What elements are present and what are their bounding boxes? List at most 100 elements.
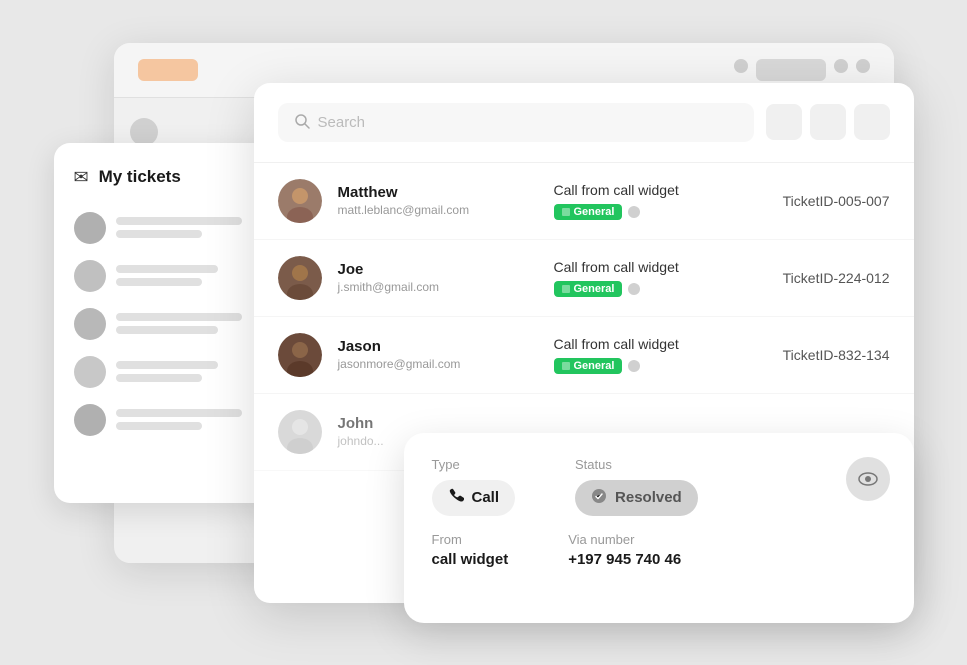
ticket-name-jason: Jason (338, 338, 538, 355)
search-bar[interactable]: Search (278, 103, 754, 142)
sidebar-item-lines-2 (116, 265, 274, 286)
header-pill (756, 59, 826, 81)
check-icon (591, 488, 607, 508)
eye-button[interactable] (846, 457, 890, 501)
tag-dot-joe (628, 283, 640, 295)
ticket-email-jason: jasonmore@gmail.com (338, 357, 538, 371)
call-icon (448, 488, 464, 508)
ticket-tags-joe: General (554, 281, 767, 297)
header-dot-3 (856, 59, 870, 73)
tag-general-matthew: General (554, 204, 623, 220)
sidebar-avatar-5 (74, 404, 106, 436)
ticket-row-joe[interactable]: Joe j.smith@gmail.com Call from call wid… (254, 240, 914, 317)
header-action-btn-3[interactable] (854, 104, 890, 140)
sidebar-line-1b (116, 230, 203, 238)
ticket-row-matthew[interactable]: Matthew matt.leblanc@gmail.com Call from… (254, 163, 914, 240)
ticket-subject-text-joe: Call from call widget (554, 259, 767, 275)
ticket-subject-text-jason: Call from call widget (554, 336, 767, 352)
sidebar-line-3b (116, 326, 219, 334)
detail-status-value: Resolved (615, 489, 682, 506)
sidebar-title: My tickets (99, 167, 181, 187)
header-orange-btn (138, 59, 198, 81)
ticket-info-jason: Jason jasonmore@gmail.com (338, 338, 538, 371)
ticket-tags-jason: General (554, 358, 767, 374)
sidebar-list-item-3 (74, 308, 274, 340)
sidebar-avatar-4 (74, 356, 106, 388)
sidebar-line-5b (116, 422, 203, 430)
sidebar-title-row: ✉ My tickets (74, 167, 274, 188)
sidebar-list-item-2 (74, 260, 274, 292)
sidebar-line-2b (116, 278, 203, 286)
tag-general-jason: General (554, 358, 623, 374)
ticket-name-john: John (338, 415, 538, 432)
sidebar-list-item-4 (74, 356, 274, 388)
header-dot-2 (834, 59, 848, 73)
detail-status-field: Status Resolved (575, 457, 698, 516)
ticket-subject-joe: Call from call widget General (554, 259, 767, 297)
sidebar-line-4b (116, 374, 203, 382)
sidebar-line-3a (116, 313, 242, 321)
avatar-matthew (278, 179, 322, 223)
avatar-jason (278, 333, 322, 377)
sidebar-item-lines-3 (116, 313, 274, 334)
ticket-email-matthew: matt.leblanc@gmail.com (338, 203, 538, 217)
ticket-subject-text-matthew: Call from call widget (554, 182, 767, 198)
detail-card: Type Call Status (404, 433, 914, 623)
ticket-name-joe: Joe (338, 261, 538, 278)
sidebar-line-2a (116, 265, 219, 273)
sidebar-list (74, 212, 274, 436)
tag-general-joe: General (554, 281, 623, 297)
detail-bottom-row: From call widget Via number +197 945 740… (432, 532, 886, 568)
ticket-id-matthew: TicketID-005-007 (783, 193, 890, 209)
ticket-id-jason: TicketID-832-134 (783, 347, 890, 363)
search-icon (294, 113, 310, 132)
ticket-name-matthew: Matthew (338, 184, 538, 201)
detail-type-value: Call (472, 489, 500, 506)
sidebar-list-item-1 (74, 212, 274, 244)
sidebar-item-lines-5 (116, 409, 274, 430)
sidebar-avatar-3 (74, 308, 106, 340)
detail-via-field: Via number +197 945 740 46 (568, 532, 681, 568)
envelope-icon: ✉ (74, 167, 89, 188)
ticket-subject-jason: Call from call widget General (554, 336, 767, 374)
avatar-joe (278, 256, 322, 300)
sidebar-list-item-5 (74, 404, 274, 436)
header-action-btns (766, 104, 890, 140)
sidebar-line-1a (116, 217, 242, 225)
detail-type-field: Type Call (432, 457, 516, 516)
header-dots (734, 59, 870, 81)
ticket-subject-matthew: Call from call widget General (554, 182, 767, 220)
header-dot-1 (734, 59, 748, 73)
bg-sidebar-avatar-1 (130, 118, 158, 146)
tag-dot-jason (628, 360, 640, 372)
detail-from-label: From (432, 532, 509, 547)
ticket-row-jason[interactable]: Jason jasonmore@gmail.com Call from call… (254, 317, 914, 394)
detail-resolved-button[interactable]: Resolved (575, 480, 698, 516)
main-header: Search (254, 83, 914, 163)
ticket-info-matthew: Matthew matt.leblanc@gmail.com (338, 184, 538, 217)
detail-from-field: From call widget (432, 532, 509, 568)
sidebar-avatar-1 (74, 212, 106, 244)
ticket-info-joe: Joe j.smith@gmail.com (338, 261, 538, 294)
sidebar-avatar-2 (74, 260, 106, 292)
detail-status-label: Status (575, 457, 698, 472)
scene: ✉ My tickets (54, 43, 914, 623)
detail-from-value: call widget (432, 551, 509, 568)
header-action-btn-1[interactable] (766, 104, 802, 140)
ticket-list: Matthew matt.leblanc@gmail.com Call from… (254, 163, 914, 471)
ticket-tags-matthew: General (554, 204, 767, 220)
sidebar-item-lines-4 (116, 361, 274, 382)
sidebar-item-lines-1 (116, 217, 274, 238)
detail-via-label: Via number (568, 532, 681, 547)
sidebar-line-5a (116, 409, 242, 417)
detail-type-label: Type (432, 457, 516, 472)
ticket-id-joe: TicketID-224-012 (783, 270, 890, 286)
detail-call-button[interactable]: Call (432, 480, 516, 516)
header-action-btn-2[interactable] (810, 104, 846, 140)
avatar-john (278, 410, 322, 454)
search-placeholder: Search (318, 114, 738, 131)
ticket-email-joe: j.smith@gmail.com (338, 280, 538, 294)
tag-dot-matthew (628, 206, 640, 218)
detail-via-value: +197 945 740 46 (568, 551, 681, 568)
detail-top-row: Type Call Status (432, 457, 886, 516)
